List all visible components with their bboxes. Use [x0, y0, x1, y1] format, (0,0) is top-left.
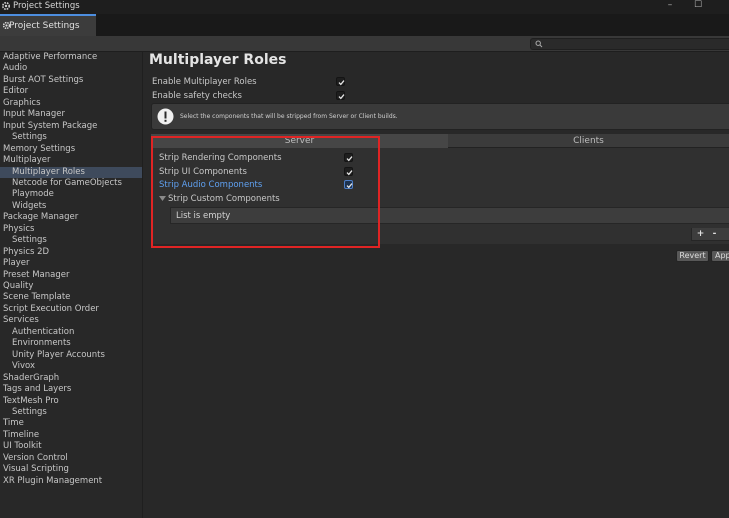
sidebar-item[interactable]: XR Plugin Management: [0, 476, 142, 487]
sidebar-item[interactable]: TextMesh Pro: [0, 396, 142, 407]
sidebar-item[interactable]: UI Toolkit: [0, 441, 142, 452]
info-icon: [157, 108, 174, 125]
sidebar-item[interactable]: Vivox: [0, 361, 142, 372]
help-box: Select the components that will be strip…: [151, 103, 729, 130]
toolbar: [0, 36, 729, 52]
gear-icon: [1, 1, 11, 11]
sidebar-item[interactable]: Settings: [0, 132, 142, 143]
sidebar-item[interactable]: Tags and Layers: [0, 384, 142, 395]
sidebar-item[interactable]: Editor: [0, 86, 142, 97]
sidebar-item[interactable]: Visual Scripting: [0, 464, 142, 475]
sidebar-item[interactable]: Preset Manager: [0, 270, 142, 281]
sidebar-item[interactable]: Settings: [0, 407, 142, 418]
enable-roles-checkbox[interactable]: [336, 77, 345, 86]
add-button[interactable]: +: [694, 228, 707, 240]
sidebar-item[interactable]: ShaderGraph: [0, 373, 142, 384]
tab-label: Project Settings: [9, 21, 80, 31]
checkmark-icon: [338, 80, 345, 86]
window-title: Project Settings: [13, 1, 80, 11]
enable-roles-label: Enable Multiplayer Roles: [152, 77, 257, 87]
window-titlebar: Project Settings – ☐: [0, 0, 729, 14]
sidebar-item[interactable]: Time: [0, 418, 142, 429]
checkmark-icon: [338, 94, 345, 100]
settings-sidebar: Adaptive Performance Audio Burst AOT Setti…: [0, 52, 143, 518]
sidebar-item[interactable]: Audio: [0, 63, 142, 74]
main-panel: Multiplayer Roles Enable Multiplayer Rol…: [143, 52, 729, 518]
sidebar-item[interactable]: Authentication: [0, 327, 142, 338]
search-icon: [535, 40, 543, 48]
sidebar-item[interactable]: Version Control: [0, 453, 142, 464]
sidebar-item[interactable]: Graphics: [0, 98, 142, 109]
annotation-highlight-box: [151, 136, 380, 248]
sidebar-item[interactable]: Input Manager: [0, 109, 142, 120]
sidebar-item[interactable]: Physics 2D: [0, 247, 142, 258]
sidebar-item[interactable]: Settings: [0, 235, 142, 246]
sidebar-item[interactable]: Burst AOT Settings: [0, 75, 142, 86]
sidebar-item[interactable]: Player: [0, 258, 142, 269]
sidebar-item[interactable]: Scene Template: [0, 292, 142, 303]
sidebar-item[interactable]: Netcode for GameObjects: [0, 178, 142, 189]
tab-project-settings[interactable]: Project Settings: [0, 14, 96, 36]
sidebar-item[interactable]: Adaptive Performance: [0, 52, 142, 63]
tab-strip: Project Settings: [0, 14, 729, 36]
sidebar-item[interactable]: Package Manager: [0, 212, 142, 223]
revert-button[interactable]: Revert: [676, 250, 709, 262]
list-footer: + -: [691, 228, 729, 241]
sidebar-item[interactable]: Services: [0, 315, 142, 326]
sidebar-item[interactable]: Unity Player Accounts: [0, 350, 142, 361]
minimize-button[interactable]: –: [660, 0, 680, 12]
remove-button[interactable]: -: [708, 228, 721, 240]
sidebar-item[interactable]: Quality: [0, 281, 142, 292]
apply-button[interactable]: Apply: [711, 250, 729, 262]
enable-safety-checkbox[interactable]: [336, 91, 345, 100]
sidebar-item[interactable]: Timeline: [0, 430, 142, 441]
sidebar-item[interactable]: Memory Settings: [0, 144, 142, 155]
tab-clients[interactable]: Clients: [448, 134, 729, 148]
sidebar-item[interactable]: Environments: [0, 338, 142, 349]
sidebar-item[interactable]: Playmode: [0, 189, 142, 200]
sidebar-item[interactable]: Input System Package: [0, 121, 142, 132]
sidebar-item[interactable]: Widgets: [0, 201, 142, 212]
enable-safety-label: Enable safety checks: [152, 91, 242, 101]
page-title: Multiplayer Roles: [149, 52, 287, 68]
help-text: Select the components that will be strip…: [180, 113, 398, 120]
maximize-button[interactable]: ☐: [688, 0, 708, 12]
sidebar-item[interactable]: Physics: [0, 224, 142, 235]
sidebar-item[interactable]: Script Execution Order: [0, 304, 142, 315]
sidebar-item[interactable]: Multiplayer: [0, 155, 142, 166]
search-input[interactable]: [530, 38, 729, 50]
sidebar-item[interactable]: Multiplayer Roles: [0, 166, 142, 178]
